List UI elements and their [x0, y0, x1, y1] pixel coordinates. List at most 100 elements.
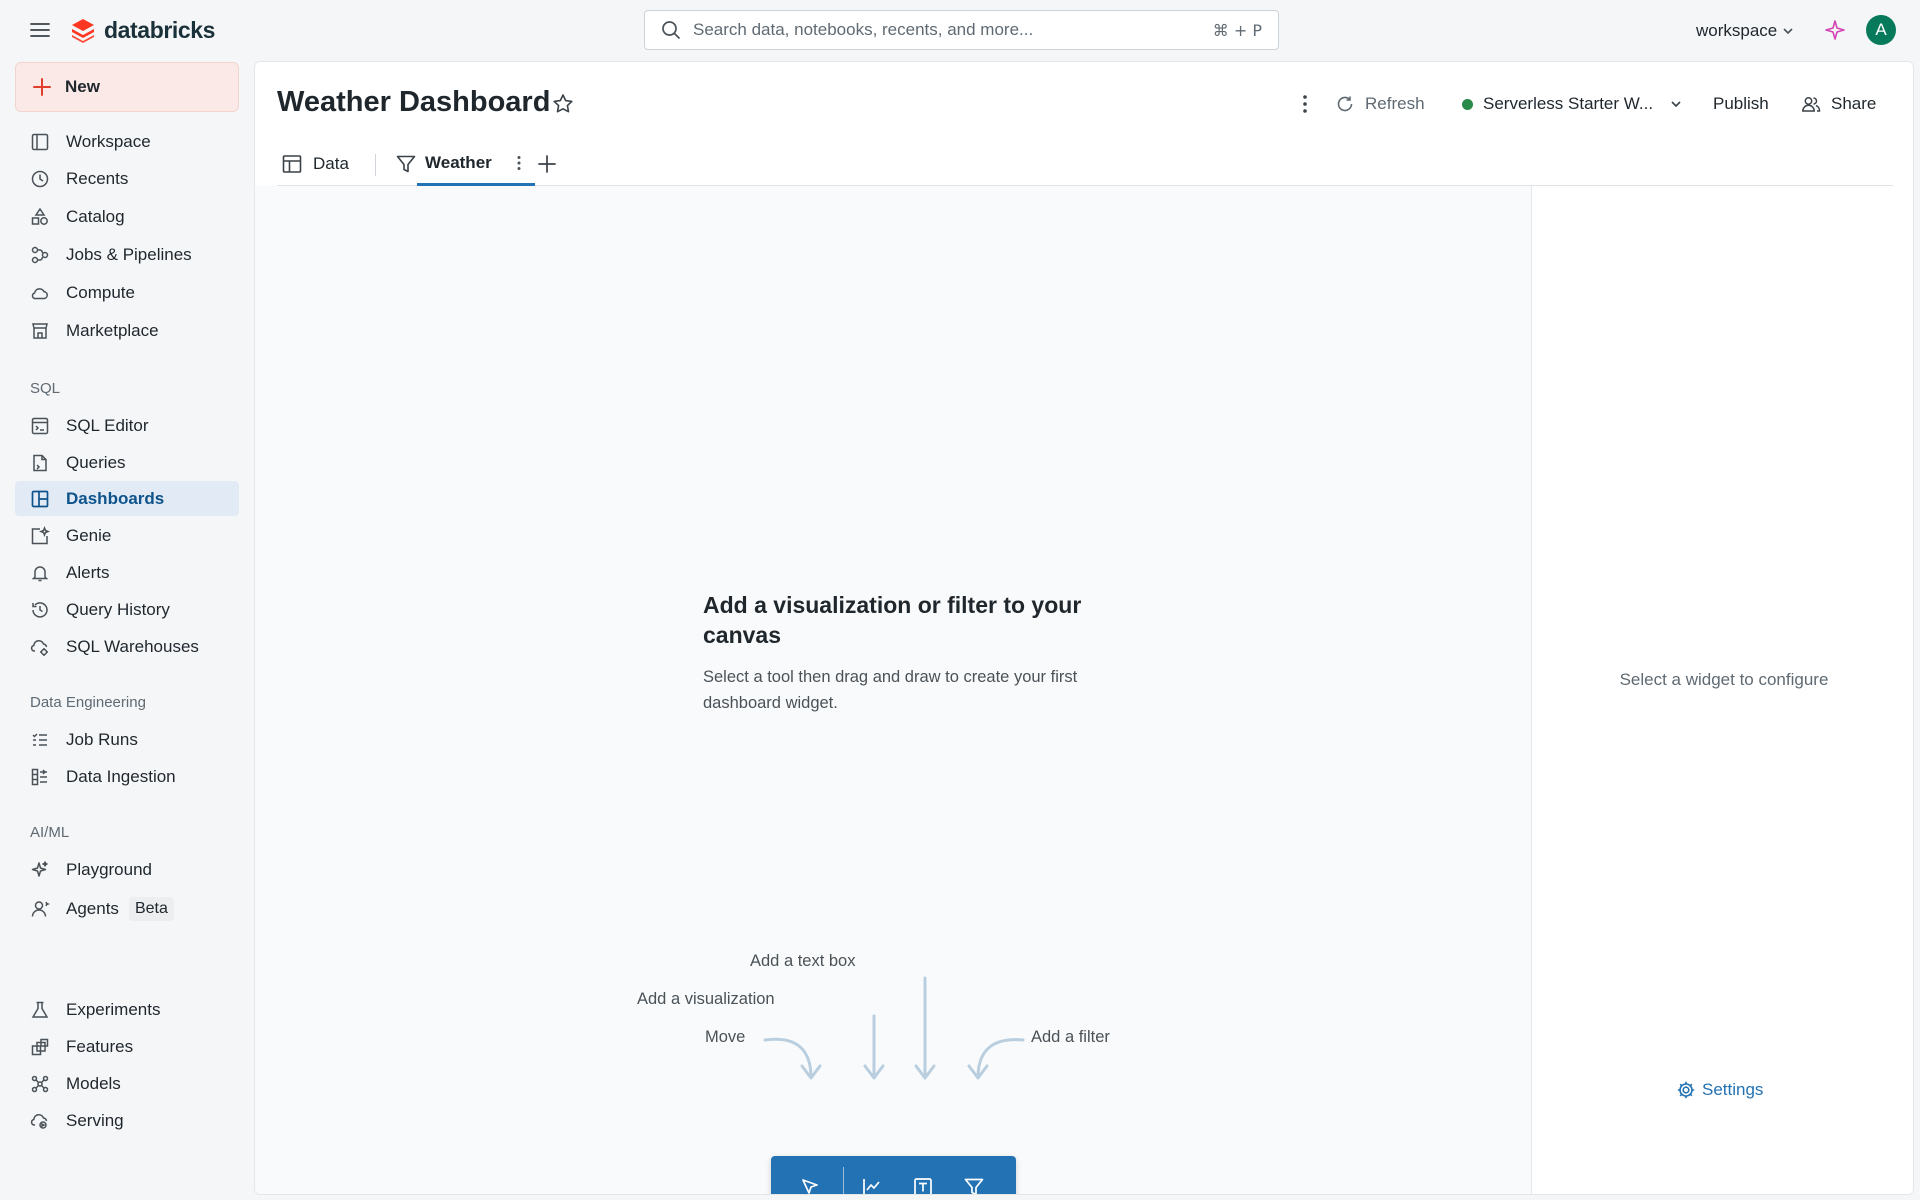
share-label: Share [1831, 94, 1877, 113]
sidebar-item-marketplace[interactable]: Marketplace [15, 313, 239, 348]
sidebar-item-label: Playground [66, 859, 153, 879]
tab-divider [375, 154, 376, 176]
plus-icon [536, 153, 558, 175]
more-options-icon[interactable] [1293, 92, 1317, 116]
features-icon [30, 1037, 50, 1057]
move-tool-button[interactable] [793, 1170, 827, 1194]
ingestion-icon [30, 767, 50, 787]
workspace-switcher[interactable]: workspace [1696, 18, 1795, 44]
sidebar-item-label: Agents [66, 898, 119, 918]
sidebar-section-ai-ml: AI/ML [30, 824, 70, 841]
sidebar-item-playground[interactable]: Playground [15, 852, 239, 887]
sidebar-item-label: Dashboards [66, 488, 165, 508]
toolbar-divider [843, 1167, 844, 1194]
warehouse-label: Serverless Starter W... [1483, 94, 1654, 113]
settings-label: Settings [1702, 1080, 1764, 1099]
sidebar: New Workspace Recents Catalog Jobs & Pip… [0, 60, 254, 1200]
sidebar-item-sql-editor[interactable]: SQL Editor [15, 408, 239, 443]
sidebar-item-genie[interactable]: Genie [15, 518, 239, 553]
refresh-button[interactable]: Refresh [1335, 86, 1425, 122]
sidebar-item-label: Queries [66, 452, 126, 472]
bell-icon [30, 563, 50, 583]
widget-toolbar [771, 1156, 1016, 1194]
user-avatar[interactable]: A [1866, 15, 1896, 45]
search-input[interactable] [681, 11, 1213, 49]
star-icon[interactable] [551, 92, 575, 116]
sidebar-item-experiments[interactable]: Experiments [15, 992, 239, 1027]
top-bar: databricks ⌘ + P workspace A [0, 0, 1920, 60]
hamburger-menu-icon[interactable] [28, 18, 52, 42]
databricks-logo-icon [70, 17, 96, 43]
sidebar-item-recents[interactable]: Recents [15, 161, 239, 196]
dashboard-icon [30, 489, 50, 509]
sidebar-item-alerts[interactable]: Alerts [15, 555, 239, 590]
assistant-sparkle-icon[interactable] [1824, 19, 1846, 41]
sidebar-item-jobs-pipelines[interactable]: Jobs & Pipelines [15, 237, 239, 272]
sidebar-item-queries[interactable]: Queries [15, 445, 239, 480]
sidebar-item-catalog[interactable]: Catalog [15, 199, 239, 234]
add-text-box-button[interactable] [906, 1170, 940, 1194]
sidebar-item-agents[interactable]: Agents Beta [15, 891, 239, 926]
widget-config-panel: Select a widget to configure Settings [1531, 186, 1913, 1194]
hint-move: Move [705, 1028, 746, 1046]
workspace-icon [30, 132, 50, 152]
sidebar-item-query-history[interactable]: Query History [15, 592, 239, 627]
tab-data-label: Data [313, 154, 349, 173]
sidebar-item-label: Genie [66, 525, 112, 545]
chevron-down-icon [1669, 97, 1683, 111]
users-icon [1801, 94, 1821, 114]
hint-visualization: Add a visualization [637, 990, 775, 1008]
flask-icon [30, 1000, 50, 1020]
tab-global-filters[interactable] [395, 142, 417, 186]
table-icon [281, 153, 303, 175]
share-button[interactable]: Share [1801, 86, 1876, 122]
settings-link[interactable]: Settings [1676, 1080, 1763, 1100]
tab-weather-label: Weather [425, 152, 492, 172]
sidebar-item-models[interactable]: Models [15, 1066, 239, 1101]
sidebar-item-job-runs[interactable]: Job Runs [15, 722, 239, 757]
sidebar-item-label: Models [66, 1073, 121, 1093]
page-title[interactable]: Weather Dashboard [277, 86, 550, 119]
sidebar-item-label: SQL Editor [66, 415, 149, 435]
dashboard-tabs: Data Weather [277, 142, 1893, 186]
new-button-label: New [65, 77, 100, 96]
beta-badge: Beta [128, 896, 174, 921]
sidebar-item-data-ingestion[interactable]: Data Ingestion [15, 759, 239, 794]
new-button[interactable]: New [15, 62, 239, 112]
sidebar-item-label: Jobs & Pipelines [66, 244, 192, 264]
add-page-button[interactable] [536, 142, 558, 186]
refresh-label: Refresh [1365, 94, 1425, 113]
sidebar-section-sql: SQL [30, 380, 61, 397]
empty-state-description: Select a tool then drag and draw to crea… [703, 668, 1078, 712]
serving-icon [30, 1111, 50, 1131]
text-box-icon [912, 1176, 934, 1194]
sidebar-item-serving[interactable]: Serving [15, 1103, 239, 1138]
sql-editor-icon [30, 416, 50, 436]
warehouse-selector[interactable]: Serverless Starter W... [1462, 86, 1683, 122]
add-filter-button[interactable] [957, 1170, 991, 1194]
add-visualization-button[interactable] [855, 1170, 889, 1194]
page-options-icon[interactable] [510, 154, 528, 172]
config-panel-message: Select a widget to configure [1619, 670, 1829, 689]
publish-button[interactable]: Publish [1713, 86, 1769, 122]
databricks-logo[interactable]: databricks [70, 16, 215, 44]
sidebar-item-label: Query History [66, 599, 170, 619]
workflow-icon [30, 245, 50, 265]
dashboard-canvas[interactable]: Add a visualization or filter to your ca… [255, 186, 1531, 1194]
publish-label: Publish [1713, 94, 1769, 113]
global-search[interactable]: ⌘ + P [644, 10, 1279, 50]
sidebar-item-label: Alerts [66, 562, 110, 582]
sidebar-item-features[interactable]: Features [15, 1029, 239, 1064]
sidebar-item-workspace[interactable]: Workspace [15, 124, 239, 159]
sidebar-item-label: Marketplace [66, 320, 159, 340]
empty-state-title: Add a visualization or filter to your ca… [703, 592, 1082, 648]
sidebar-item-dashboards[interactable]: Dashboards [15, 481, 239, 516]
sidebar-item-label: Compute [66, 282, 135, 302]
sidebar-item-compute[interactable]: Compute [15, 275, 239, 310]
hint-filter: Add a filter [1031, 1028, 1110, 1046]
tab-data[interactable]: Data [281, 142, 349, 186]
agent-icon [30, 899, 50, 919]
sidebar-item-sql-warehouses[interactable]: SQL Warehouses [15, 629, 239, 664]
sidebar-item-label: Data Ingestion [66, 766, 176, 786]
tab-weather[interactable]: Weather [417, 142, 535, 186]
